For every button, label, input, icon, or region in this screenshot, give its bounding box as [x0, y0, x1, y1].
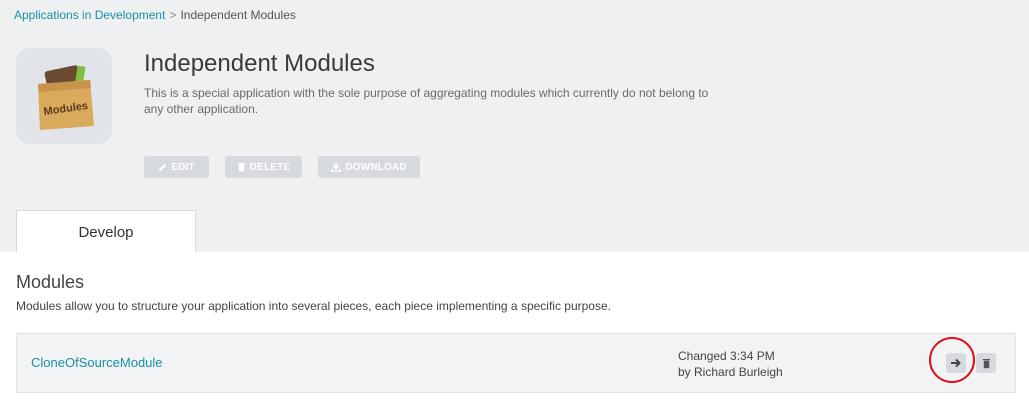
download-button-label: DOWNLOAD — [345, 161, 407, 173]
page-title: Independent Modules — [144, 50, 375, 77]
download-button[interactable]: DOWNLOAD — [318, 156, 420, 178]
module-changed-info: Changed 3:34 PM by Richard Burleigh — [678, 348, 783, 380]
section-description: Modules allow you to structure your appl… — [16, 299, 611, 313]
modules-panel: Modules Modules allow you to structure y… — [0, 252, 1029, 419]
breadcrumb: Applications in Development > Independent … — [14, 8, 296, 22]
module-row: CloneOfSourceModule Changed 3:34 PM by R… — [16, 333, 1016, 393]
breadcrumb-parent-link[interactable]: Applications in Development — [14, 8, 165, 22]
app-icon: Modules — [16, 48, 112, 144]
edit-button[interactable]: EDIT — [144, 156, 209, 178]
edit-button-label: EDIT — [171, 161, 195, 173]
trash-icon — [982, 358, 990, 368]
open-module-button[interactable] — [946, 353, 966, 373]
download-icon — [331, 162, 342, 172]
app-description: This is a special application with the s… — [144, 86, 709, 116]
trash-icon — [237, 162, 245, 172]
tab-develop-label: Develop — [78, 223, 134, 241]
delete-button-label: DELETE — [249, 161, 291, 173]
breadcrumb-separator: > — [169, 8, 177, 22]
module-changed-by: by Richard Burleigh — [678, 365, 783, 379]
arrow-right-icon — [951, 358, 961, 368]
tab-bar: Develop — [0, 210, 1029, 253]
tab-develop[interactable]: Develop — [16, 210, 196, 253]
module-changed-time: Changed 3:34 PM — [678, 349, 775, 363]
breadcrumb-current: Independent Modules — [180, 8, 296, 22]
delete-module-button[interactable] — [976, 353, 996, 373]
delete-button[interactable]: DELETE — [225, 156, 302, 178]
module-name-link[interactable]: CloneOfSourceModule — [31, 355, 163, 370]
modules-box-icon: Modules — [38, 65, 94, 130]
pencil-icon — [159, 163, 167, 171]
section-title: Modules — [16, 272, 85, 292]
